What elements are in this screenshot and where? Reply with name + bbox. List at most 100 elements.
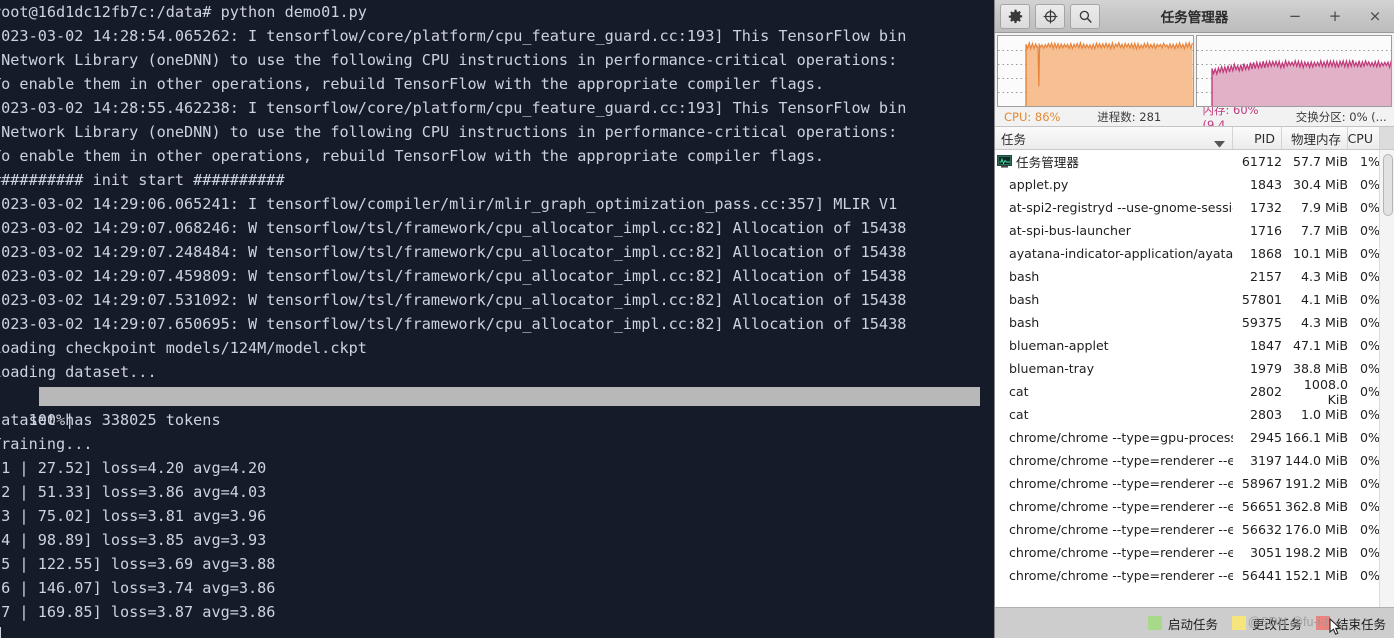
cpu-status-row: CPU: 86% 进程数: 281	[996, 108, 1195, 126]
search-icon[interactable]	[1070, 3, 1100, 29]
cell-task: bash	[995, 315, 1233, 330]
table-row[interactable]: bash 2157 4.3 MiB 0%	[995, 265, 1394, 288]
table-row[interactable]: at-spi-bus-launcher 1716 7.7 MiB 0%	[995, 219, 1394, 242]
cell-pid: 1979	[1249, 361, 1282, 376]
table-row[interactable]: bash 57801 4.1 MiB 0%	[995, 288, 1394, 311]
scrollbar-thumb[interactable]	[1383, 154, 1393, 216]
cell-cpu: 0%	[1360, 338, 1380, 353]
table-row[interactable]: at-spi2-registryd --use-gnome-session 173…	[995, 196, 1394, 219]
vertical-scrollbar[interactable]	[1379, 150, 1394, 607]
cell-pid: 56441	[1241, 568, 1282, 583]
end-task-swatch-icon	[1315, 616, 1330, 630]
table-row[interactable]: 任务管理器 61712 57.7 MiB 1%	[995, 150, 1394, 173]
cell-pid: 2945	[1249, 430, 1282, 445]
start-task-label: 启动任务	[1167, 616, 1218, 632]
target-icon[interactable]	[1035, 3, 1065, 29]
start-task-button[interactable]: 启动任务	[1147, 614, 1218, 633]
cell-pid: 1847	[1249, 338, 1282, 353]
table-row[interactable]: chrome/chrome --type=gpu-process ... 2945…	[995, 426, 1394, 449]
process-count-label: 进程数: 281	[1097, 110, 1162, 124]
cell-memory: 30.4 MiB	[1292, 177, 1348, 192]
table-row[interactable]: applet.py 1843 30.4 MiB 0%	[995, 173, 1394, 196]
table-row[interactable]: chrome/chrome --type=renderer --e... 5896…	[995, 472, 1394, 495]
window-controls: − + ×	[1288, 0, 1388, 33]
cell-pid: 1843	[1249, 177, 1282, 192]
cell-pid: 57801	[1241, 292, 1282, 307]
column-header-pid[interactable]: PID	[1233, 127, 1282, 149]
cell-task: ayatana-indicator-application/ayata...	[995, 246, 1233, 261]
mem-graph-canvas	[1196, 50, 1392, 106]
end-task-button[interactable]: 结束任务	[1315, 614, 1386, 633]
cell-task-label: cat	[1009, 384, 1029, 399]
cell-memory: 38.8 MiB	[1292, 361, 1348, 376]
cell-task: chrome/chrome --type=renderer --e...	[995, 568, 1233, 583]
cell-memory: 1.0 MiB	[1300, 407, 1348, 422]
cell-task-label: chrome/chrome --type=renderer --e...	[1009, 568, 1233, 583]
maximize-button[interactable]: +	[1328, 9, 1342, 24]
cpu-graph-canvas	[998, 40, 1193, 106]
column-header-task[interactable]: 任务	[995, 127, 1233, 149]
table-row[interactable]: cat 2802 1008.0 KiB 0%	[995, 377, 1394, 407]
cell-task-label: chrome/chrome --type=renderer --e...	[1009, 476, 1233, 491]
change-task-label: 更改任务	[1251, 616, 1302, 632]
cell-memory: 198.2 MiB	[1284, 545, 1348, 560]
table-body[interactable]: 任务管理器 61712 57.7 MiB 1% applet.py 1843 30.4 Mi…	[995, 150, 1394, 607]
cpu-graph	[997, 35, 1194, 107]
table-row[interactable]: chrome/chrome --type=renderer --e... 3197…	[995, 449, 1394, 472]
cell-cpu: 0%	[1360, 177, 1380, 192]
cell-task: cat	[995, 384, 1233, 399]
table-row[interactable]: chrome/chrome --type=renderer --e... 5663…	[995, 518, 1394, 541]
cell-task-label: at-spi-bus-launcher	[1009, 223, 1131, 238]
cell-memory: 4.3 MiB	[1300, 315, 1348, 330]
cell-task-label: applet.py	[1009, 177, 1069, 192]
cell-cpu: 0%	[1360, 269, 1380, 284]
cell-pid: 3197	[1249, 453, 1282, 468]
cell-pid: 3051	[1249, 545, 1282, 560]
gear-icon[interactable]	[1000, 3, 1030, 29]
memory-status-row: 内存: 60% (9.4... 交换分区: 0% (...	[1195, 103, 1394, 132]
table-rows: 任务管理器 61712 57.7 MiB 1% applet.py 1843 30.4 Mi…	[995, 150, 1394, 587]
table-row[interactable]: bash 59375 4.3 MiB 0%	[995, 311, 1394, 334]
cell-task-label: blueman-applet	[1009, 338, 1109, 353]
table-row[interactable]: chrome/chrome --type=renderer --e... 5665…	[995, 495, 1394, 518]
task-manager-window[interactable]: 任务管理器 − + × CPU: 86% 进程数: 281 内存: 60% (9…	[994, 0, 1394, 638]
cell-cpu: 0%	[1360, 315, 1380, 330]
close-button[interactable]: ×	[1368, 9, 1382, 24]
titlebar[interactable]: 任务管理器 − + ×	[995, 0, 1394, 33]
cell-pid: 1868	[1249, 246, 1282, 261]
cell-pid: 1732	[1249, 200, 1282, 215]
cell-memory: 4.1 MiB	[1300, 292, 1348, 307]
cell-task: at-spi2-registryd --use-gnome-session	[995, 200, 1233, 215]
column-header-memory[interactable]: 物理内存	[1282, 127, 1348, 149]
memory-graph	[1195, 35, 1392, 107]
cell-task: bash	[995, 269, 1233, 284]
table-row[interactable]: chrome/chrome --type=renderer --e... 5644…	[995, 564, 1394, 587]
cell-memory: 7.7 MiB	[1300, 223, 1348, 238]
column-header-cpu[interactable]: CPU	[1348, 127, 1380, 149]
process-table[interactable]: 任务 PID 物理内存 CPU 任务管理器 61712 57.7 MiB 1% appl…	[995, 126, 1394, 607]
minimize-button[interactable]: −	[1288, 9, 1302, 24]
cpu-usage-label: CPU: 86%	[1004, 110, 1061, 124]
cell-cpu: 0%	[1360, 200, 1380, 215]
cell-cpu: 0%	[1360, 246, 1380, 261]
cell-cpu: 0%	[1360, 223, 1380, 238]
table-row[interactable]: cat 2803 1.0 MiB 0%	[995, 403, 1394, 426]
progress-bar	[39, 387, 980, 406]
cell-pid: 61712	[1241, 154, 1282, 169]
cell-pid: 2802	[1249, 384, 1282, 399]
cell-task: chrome/chrome --type=renderer --e...	[995, 522, 1233, 537]
memory-graph-column: 内存: 60% (9.4... 交换分区: 0% (...	[1195, 34, 1394, 132]
resource-graphs: CPU: 86% 进程数: 281 内存: 60% (9.4... 交换分区: …	[995, 33, 1394, 132]
table-header: 任务 PID 物理内存 CPU	[995, 127, 1394, 150]
change-task-button[interactable]: 更改任务	[1231, 614, 1302, 633]
table-row[interactable]: chrome/chrome --type=renderer --e... 3051…	[995, 541, 1394, 564]
end-task-label: 结束任务	[1335, 616, 1386, 632]
table-row[interactable]: blueman-applet 1847 47.1 MiB 0%	[995, 334, 1394, 357]
cpu-graph-column: CPU: 86% 进程数: 281	[996, 34, 1195, 126]
cell-pid: 56651	[1241, 499, 1282, 514]
table-row[interactable]: ayatana-indicator-application/ayata... 18…	[995, 242, 1394, 265]
cell-cpu: 0%	[1360, 545, 1380, 560]
swap-usage-label: 交换分区: 0% (...	[1295, 110, 1387, 124]
cell-memory: 152.1 MiB	[1284, 568, 1348, 583]
cell-task: chrome/chrome --type=renderer --e...	[995, 545, 1233, 560]
